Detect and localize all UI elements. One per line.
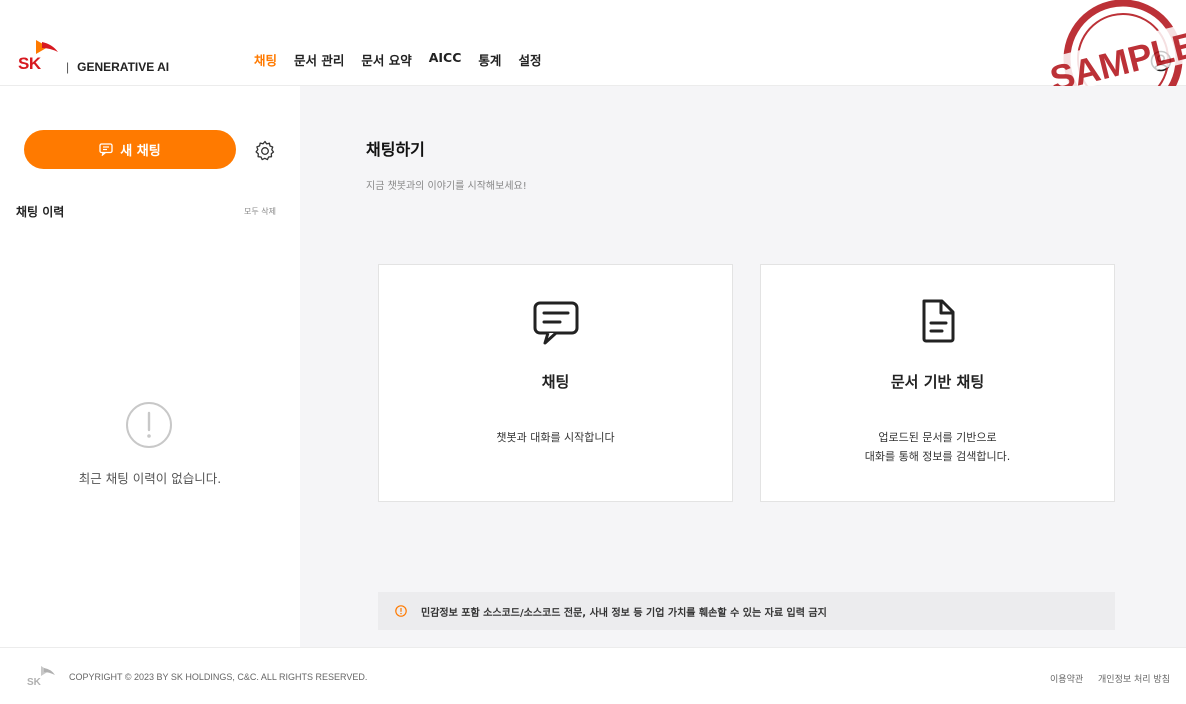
sk-logo[interactable]: SK [18,38,66,74]
doc-chat-card-desc: 업로드된 문서를 기반으로 대화를 통해 정보를 검색합니다. [761,428,1114,466]
terms-link[interactable]: 이용약관 [1050,675,1083,685]
doc-chat-card-title: 문서 기반 채팅 [890,373,985,391]
exclamation-circle-icon [126,402,172,448]
footer: SK COPYRIGHT © 2023 BY SK HOLDINGS, C&C.… [0,647,1186,704]
nav-item-settings[interactable]: 설정 [518,50,541,69]
nav-item-chat[interactable]: 채팅 [254,50,277,69]
chat-icon [99,143,113,156]
nav-item-statistics[interactable]: 통계 [478,50,501,69]
main-content: 채팅하기 지금 챗봇과의 이야기를 시작해보세요! 채팅 챗봇과 대화를 시작합… [300,86,1186,647]
document-icon [922,299,954,343]
privacy-policy-link[interactable]: 개인정보 처리 방침 [1098,675,1170,685]
main-nav: 채팅 문서 관리 문서 요약 AICC 통계 설정 [254,50,558,69]
page-title: 채팅하기 [366,140,425,159]
delete-all-link[interactable]: 모두 삭제 [244,206,276,217]
chat-history-title: 채팅 이력 [16,205,65,219]
footer-links: 이용약관 개인정보 처리 방침 [1038,672,1170,685]
nav-item-doc-summary[interactable]: 문서 요약 [361,50,411,69]
chat-card-desc-line: 챗봇과 대화를 시작합니다 [496,431,615,444]
notice-banner: 민감정보 포함 소스코드/소스코드 전문, 사내 정보 등 기업 가치를 훼손할… [378,592,1115,630]
nav-item-aicc[interactable]: AICC [429,50,462,69]
chat-card[interactable]: 채팅 챗봇과 대화를 시작합니다 [378,264,733,502]
new-chat-label: 새 채팅 [120,144,161,159]
sk-footer-logo: SK [27,666,55,686]
chat-card-title: 채팅 [541,373,570,391]
chat-bubble-icon [533,301,578,345]
new-chat-button[interactable]: 새 채팅 [24,130,236,169]
brand-separator: | [66,60,70,74]
empty-history-text: 최근 채팅 이력이 없습니다. [78,471,222,486]
notice-text: 민감정보 포함 소스코드/소스코드 전문, 사내 정보 등 기업 가치를 훼손할… [421,607,827,619]
gear-icon[interactable] [253,139,277,163]
sidebar: 새 채팅 채팅 이력 모두 삭제 최근 채팅 이력이 없습니다. [0,86,300,647]
chat-card-desc: 챗봇과 대화를 시작합니다 [379,428,732,447]
doc-chat-card-desc-line-1: 업로드된 문서를 기반으로 [878,431,997,444]
warning-icon [395,605,407,617]
copyright-text: COPYRIGHT © 2023 BY SK HOLDINGS, C&C. AL… [69,672,368,682]
page-subtitle: 지금 챗봇과의 이야기를 시작해보세요! [366,181,527,192]
nav-item-doc-management[interactable]: 문서 관리 [294,50,344,69]
logo-text: SK [18,54,41,73]
header: SK | GENERATIVE AI 채팅 문서 관리 문서 요약 AICC 통계… [0,0,1186,119]
doc-chat-card-desc-line-2: 대화를 통해 정보를 검색합니다. [864,450,1011,463]
brand-name: GENERATIVE AI [77,60,170,74]
footer-logo-text: SK [27,677,42,686]
brand-title: | GENERATIVE AI [66,60,169,74]
doc-chat-card[interactable]: 문서 기반 채팅 업로드된 문서를 기반으로 대화를 통해 정보를 검색합니다. [760,264,1115,502]
